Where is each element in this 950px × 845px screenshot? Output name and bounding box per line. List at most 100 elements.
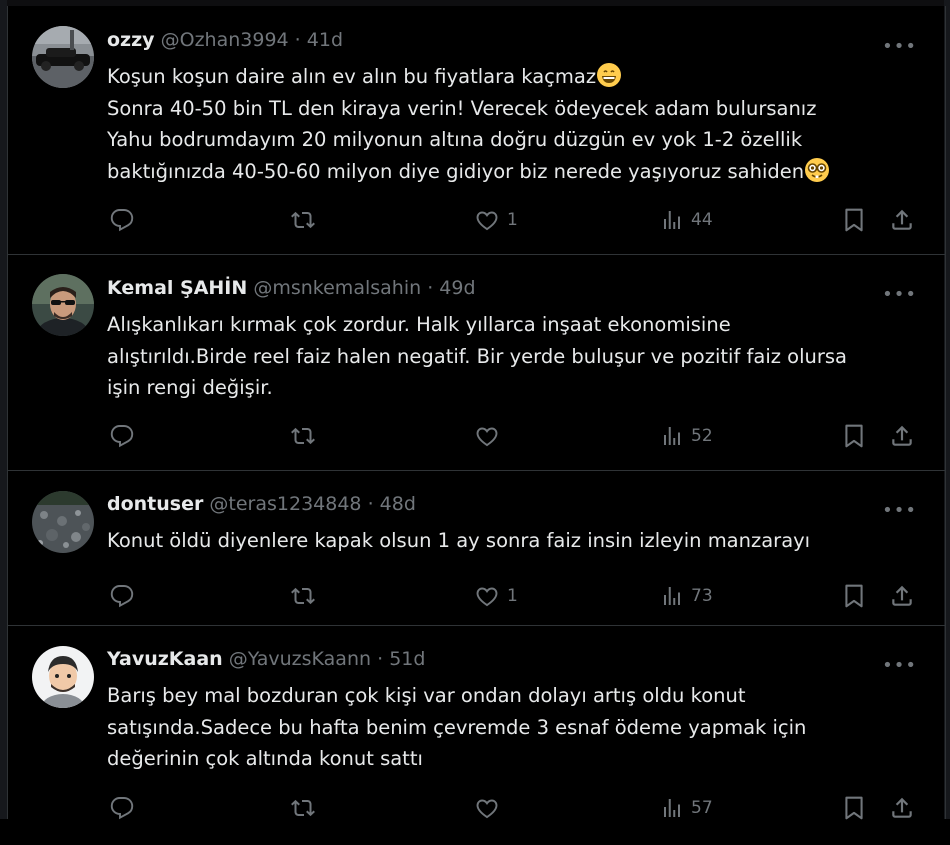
share-button[interactable] — [889, 796, 915, 820]
views-button[interactable]: 44 — [659, 208, 713, 232]
tweet-header: ozzy @Ozhan3994 · 41d — [107, 29, 343, 51]
bookmark-button[interactable] — [841, 424, 867, 448]
reply-feed: ozzy @Ozhan3994 · 41d ••• Koşun koşun da… — [7, 6, 946, 820]
avatar[interactable] — [32, 26, 94, 88]
views-button[interactable]: 57 — [659, 796, 713, 820]
tweet-line: satışında.Sadece bu hafta benim çevremde… — [107, 715, 807, 739]
avatar[interactable] — [32, 274, 94, 336]
heart-icon — [473, 796, 501, 820]
heart-icon — [473, 584, 501, 608]
repost-icon — [289, 584, 317, 608]
bookmark-icon — [841, 583, 867, 609]
repost-button[interactable] — [289, 424, 317, 448]
view-count: 57 — [691, 798, 713, 818]
separator: · — [377, 648, 384, 670]
tweet-ozzy[interactable]: ozzy @Ozhan3994 · 41d ••• Koşun koşun da… — [8, 6, 945, 255]
like-button[interactable] — [473, 424, 507, 448]
tweet-line: Alışkanlıkarı kırmak çok zordur. Halk yı… — [107, 313, 731, 336]
share-button[interactable] — [889, 424, 915, 448]
reply-button[interactable] — [109, 796, 135, 820]
author-handle[interactable]: @teras1234848 — [209, 493, 361, 515]
tweet-header: Kemal ŞAHİN @msnkemalsahin · 49d — [107, 277, 476, 299]
view-count: 73 — [691, 586, 713, 606]
views-button[interactable]: 52 — [659, 424, 713, 448]
like-count: 1 — [507, 210, 518, 230]
tweet-text: Koşun koşun daire alın ev alın bu fiyatl… — [107, 61, 917, 187]
repost-button[interactable] — [289, 584, 317, 608]
author-handle[interactable]: @msnkemalsahin — [253, 277, 421, 299]
tweet-line: Barış bey mal bozduran çok kişi var onda… — [107, 684, 746, 707]
analytics-icon — [659, 584, 685, 608]
tweet-line: Yahu bodrumdayım 20 milyonun altına doğr… — [107, 128, 803, 151]
tweet-actions: 1 73 — [107, 584, 927, 608]
repost-icon — [289, 796, 317, 820]
reply-button[interactable] — [109, 584, 135, 608]
share-button[interactable] — [889, 584, 915, 608]
repost-button[interactable] — [289, 796, 317, 820]
reply-icon — [109, 796, 135, 820]
bookmark-button[interactable] — [841, 584, 867, 608]
more-options-icon[interactable]: ••• — [882, 36, 917, 57]
like-button[interactable]: 1 — [473, 584, 518, 608]
grinning-face-emoji — [596, 62, 622, 88]
separator: · — [427, 277, 434, 299]
tweet-kemal-sahin[interactable]: Kemal ŞAHİN @msnkemalsahin · 49d ••• Alı… — [8, 254, 945, 471]
separator: · — [367, 493, 374, 515]
tweet-line: işin rengi değişir. — [107, 376, 273, 399]
analytics-icon — [659, 208, 685, 232]
more-options-icon[interactable]: ••• — [882, 655, 917, 676]
tweet-dontuser[interactable]: dontuser @teras1234848 · 48d ••• Konut ö… — [8, 470, 945, 626]
tweet-text: Barış bey mal bozduran çok kişi var onda… — [107, 680, 917, 775]
tweet-yavuzkaan[interactable]: YavuzKaan @YavuzsKaann · 51d ••• Barış b… — [8, 625, 945, 845]
tweet-text: Konut öldü diyenlere kapak olsun 1 ay so… — [107, 525, 917, 557]
bookmark-button[interactable] — [841, 796, 867, 820]
share-icon — [889, 423, 915, 449]
author-name[interactable]: ozzy — [107, 29, 155, 51]
view-count: 52 — [691, 426, 713, 446]
analytics-icon — [659, 796, 685, 820]
avatar[interactable] — [32, 491, 94, 553]
bookmark-icon — [841, 207, 867, 233]
author-handle[interactable]: @YavuzsKaann — [229, 648, 371, 670]
views-button[interactable]: 73 — [659, 584, 713, 608]
reply-button[interactable] — [109, 208, 135, 232]
more-options-icon[interactable]: ••• — [882, 500, 917, 521]
share-icon — [889, 795, 915, 821]
reply-icon — [109, 584, 135, 608]
share-icon — [889, 207, 915, 233]
tweet-header: dontuser @teras1234848 · 48d — [107, 493, 416, 515]
reply-button[interactable] — [109, 424, 135, 448]
timestamp[interactable]: 41d — [307, 29, 343, 51]
timestamp[interactable]: 49d — [439, 277, 475, 299]
share-icon — [889, 583, 915, 609]
heart-icon — [473, 424, 501, 448]
bookmark-icon — [841, 795, 867, 821]
like-button[interactable]: 1 — [473, 208, 518, 232]
like-button[interactable] — [473, 796, 507, 820]
nerd-face-emoji — [804, 157, 830, 183]
author-name[interactable]: dontuser — [107, 493, 203, 515]
bookmark-button[interactable] — [841, 208, 867, 232]
reply-icon — [109, 208, 135, 232]
timestamp[interactable]: 51d — [389, 648, 425, 670]
tweet-line: Konut öldü diyenlere kapak olsun 1 ay so… — [107, 529, 811, 552]
author-name[interactable]: YavuzKaan — [107, 648, 223, 670]
analytics-icon — [659, 424, 685, 448]
tweet-line: Koşun koşun daire alın ev alın bu fiyatl… — [107, 65, 597, 88]
like-count: 1 — [507, 586, 518, 606]
timestamp[interactable]: 48d — [380, 493, 416, 515]
tweet-text: Alışkanlıkarı kırmak çok zordur. Halk yı… — [107, 309, 917, 404]
reply-icon — [109, 424, 135, 448]
avatar[interactable] — [32, 646, 94, 708]
share-button[interactable] — [889, 208, 915, 232]
tweet-header: YavuzKaan @YavuzsKaann · 51d — [107, 648, 425, 670]
author-handle[interactable]: @Ozhan3994 — [161, 29, 289, 51]
repost-button[interactable] — [289, 208, 317, 232]
more-options-icon[interactable]: ••• — [882, 284, 917, 305]
author-name[interactable]: Kemal ŞAHİN — [107, 277, 247, 299]
window-left-edge — [0, 0, 7, 819]
tweet-actions: 52 — [107, 424, 927, 448]
bookmark-icon — [841, 423, 867, 449]
separator: · — [294, 29, 301, 51]
repost-icon — [289, 424, 317, 448]
